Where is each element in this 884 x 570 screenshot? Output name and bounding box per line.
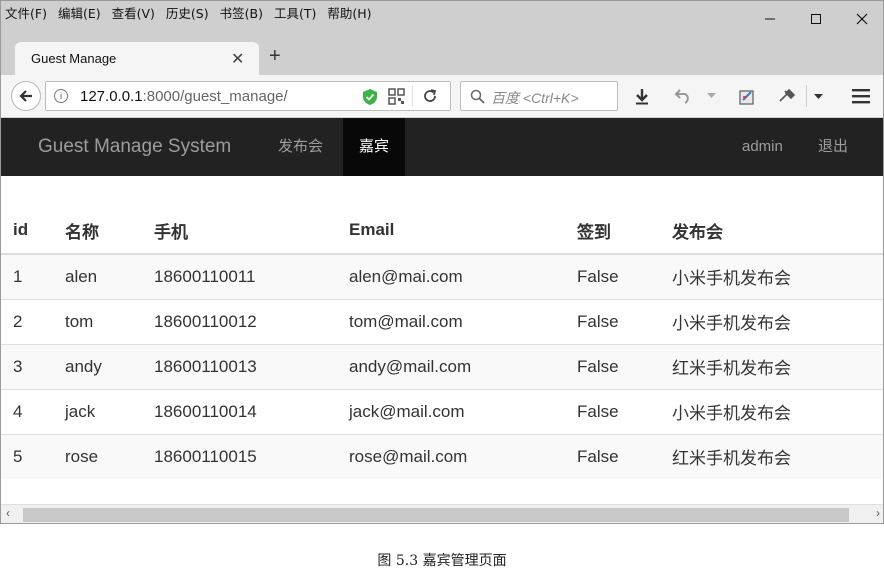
menu-file[interactable]: 文件(F) bbox=[5, 4, 47, 24]
cell-name: tom bbox=[53, 298, 142, 344]
cell-phone: 18600110011 bbox=[142, 253, 337, 299]
cell-email: rose@mail.com bbox=[337, 433, 565, 479]
column-header-email: Email bbox=[337, 207, 565, 255]
back-arrow-icon bbox=[19, 90, 32, 102]
column-header-phone: 手机 bbox=[142, 207, 337, 255]
nav-link-guests[interactable]: 嘉宾 bbox=[343, 118, 406, 176]
cell-phone: 18600110013 bbox=[142, 343, 337, 389]
cell-event: 小米手机发布会 bbox=[660, 388, 883, 434]
new-tab-button[interactable]: + bbox=[269, 45, 281, 68]
table-row: 4 jack 18600110014 jack@mail.com False 小… bbox=[1, 388, 883, 434]
menu-bookmarks[interactable]: 书签(B) bbox=[220, 4, 263, 24]
dropdown-icon[interactable] bbox=[707, 93, 716, 99]
shield-icon[interactable] bbox=[362, 88, 378, 106]
cell-sign: False bbox=[565, 298, 660, 344]
browser-tab[interactable]: Guest Manage ✕ bbox=[15, 42, 259, 75]
cell-phone: 18600110012 bbox=[142, 298, 337, 344]
column-header-event: 发布会 bbox=[660, 207, 883, 255]
cell-event: 红米手机发布会 bbox=[660, 433, 883, 479]
menu-bar: 文件(F) 编辑(E) 查看(V) 历史(S) 书签(B) 工具(T) 帮助(H… bbox=[5, 4, 372, 24]
cell-event: 小米手机发布会 bbox=[660, 298, 883, 344]
url-host: 127.0.0.1 bbox=[80, 88, 143, 105]
maximize-icon bbox=[811, 14, 821, 24]
menu-tools[interactable]: 工具(T) bbox=[274, 4, 316, 24]
scroll-left-icon[interactable]: ‹ bbox=[6, 506, 10, 520]
clipboard-icon[interactable] bbox=[738, 88, 756, 106]
scrollbar-thumb[interactable] bbox=[23, 508, 849, 522]
cell-email: alen@mai.com bbox=[337, 253, 565, 299]
cell-name: jack bbox=[53, 388, 142, 434]
title-and-tab-strip: 文件(F) 编辑(E) 查看(V) 历史(S) 书签(B) 工具(T) 帮助(H… bbox=[1, 1, 883, 75]
scroll-right-icon[interactable]: › bbox=[876, 506, 880, 520]
cell-id: 3 bbox=[1, 343, 53, 389]
cell-email: andy@mail.com bbox=[337, 343, 565, 389]
cell-event: 小米手机发布会 bbox=[660, 253, 883, 299]
menu-help[interactable]: 帮助(H) bbox=[327, 4, 371, 24]
tab-title: Guest Manage bbox=[31, 51, 117, 66]
logout-link[interactable]: 退出 bbox=[818, 118, 848, 176]
table-row: 2 tom 18600110012 tom@mail.com False 小米手… bbox=[1, 298, 883, 344]
search-icon bbox=[470, 89, 485, 104]
horizontal-scrollbar[interactable]: ‹ › bbox=[1, 504, 883, 523]
reload-icon[interactable] bbox=[422, 88, 438, 104]
maximize-button[interactable] bbox=[793, 5, 839, 33]
navbar-brand[interactable]: Guest Manage System bbox=[38, 136, 231, 158]
overflow-dropdown-icon[interactable] bbox=[814, 94, 823, 100]
close-window-button[interactable] bbox=[839, 5, 883, 33]
url-text[interactable]: 127.0.0.1:8000/guest_manage/ bbox=[80, 88, 288, 105]
url-port-path: :8000/guest_manage/ bbox=[142, 88, 288, 105]
browser-window: 文件(F) 编辑(E) 查看(V) 历史(S) 书签(B) 工具(T) 帮助(H… bbox=[0, 0, 884, 524]
navigation-toolbar: i 127.0.0.1:8000/guest_manage/ 百度 <Ctrl+… bbox=[1, 75, 883, 118]
table-header-row: id 名称 手机 Email 签到 发布会 bbox=[1, 207, 883, 255]
info-icon[interactable]: i bbox=[54, 89, 68, 103]
hamburger-menu-icon[interactable] bbox=[852, 88, 870, 104]
figure-caption: 图 5.3 嘉宾管理页面 bbox=[377, 553, 507, 569]
table-row: 1 alen 18600110011 alen@mai.com False 小米… bbox=[1, 253, 883, 299]
close-icon bbox=[856, 13, 868, 25]
url-separator bbox=[412, 86, 413, 106]
cell-sign: False bbox=[565, 388, 660, 434]
toolbar-separator bbox=[806, 85, 807, 107]
cell-phone: 18600110014 bbox=[142, 388, 337, 434]
search-bar[interactable]: 百度 <Ctrl+K> bbox=[460, 81, 618, 111]
guest-table: id 名称 手机 Email 签到 发布会 1 alen 18600110011… bbox=[1, 207, 883, 479]
column-header-sign: 签到 bbox=[565, 207, 660, 255]
back-button[interactable] bbox=[11, 81, 41, 111]
tools-icon[interactable] bbox=[777, 87, 797, 105]
tab-close-icon[interactable]: ✕ bbox=[231, 49, 244, 69]
cell-sign: False bbox=[565, 433, 660, 479]
table-row: 3 andy 18600110013 andy@mail.com False 红… bbox=[1, 343, 883, 389]
menu-edit[interactable]: 编辑(E) bbox=[58, 4, 101, 24]
search-placeholder: 百度 <Ctrl+K> bbox=[491, 90, 579, 106]
cell-name: rose bbox=[53, 433, 142, 479]
cell-id: 5 bbox=[1, 433, 53, 479]
cell-id: 1 bbox=[1, 253, 53, 299]
column-header-name: 名称 bbox=[53, 207, 142, 255]
window-controls bbox=[747, 5, 883, 33]
cell-id: 2 bbox=[1, 298, 53, 344]
cell-sign: False bbox=[565, 343, 660, 389]
cell-name: andy bbox=[53, 343, 142, 389]
cell-email: tom@mail.com bbox=[337, 298, 565, 344]
qr-code-icon[interactable] bbox=[388, 88, 405, 105]
nav-user[interactable]: admin bbox=[742, 118, 783, 176]
address-bar[interactable]: i 127.0.0.1:8000/guest_manage/ bbox=[45, 81, 451, 111]
minimize-icon bbox=[765, 18, 775, 20]
menu-view[interactable]: 查看(V) bbox=[112, 4, 155, 24]
minimize-button[interactable] bbox=[747, 5, 793, 33]
site-navbar: Guest Manage System 发布会 嘉宾 admin 退出 bbox=[1, 118, 883, 176]
nav-link-events[interactable]: 发布会 bbox=[278, 118, 323, 176]
menu-history[interactable]: 历史(S) bbox=[166, 4, 209, 24]
cell-id: 4 bbox=[1, 388, 53, 434]
column-header-id: id bbox=[1, 207, 53, 255]
cell-phone: 18600110015 bbox=[142, 433, 337, 479]
cell-name: alen bbox=[53, 253, 142, 299]
download-icon[interactable] bbox=[634, 88, 650, 105]
cell-sign: False bbox=[565, 253, 660, 299]
cell-event: 红米手机发布会 bbox=[660, 343, 883, 389]
cell-email: jack@mail.com bbox=[337, 388, 565, 434]
table-row: 5 rose 18600110015 rose@mail.com False 红… bbox=[1, 433, 883, 479]
undo-icon[interactable] bbox=[674, 88, 692, 104]
